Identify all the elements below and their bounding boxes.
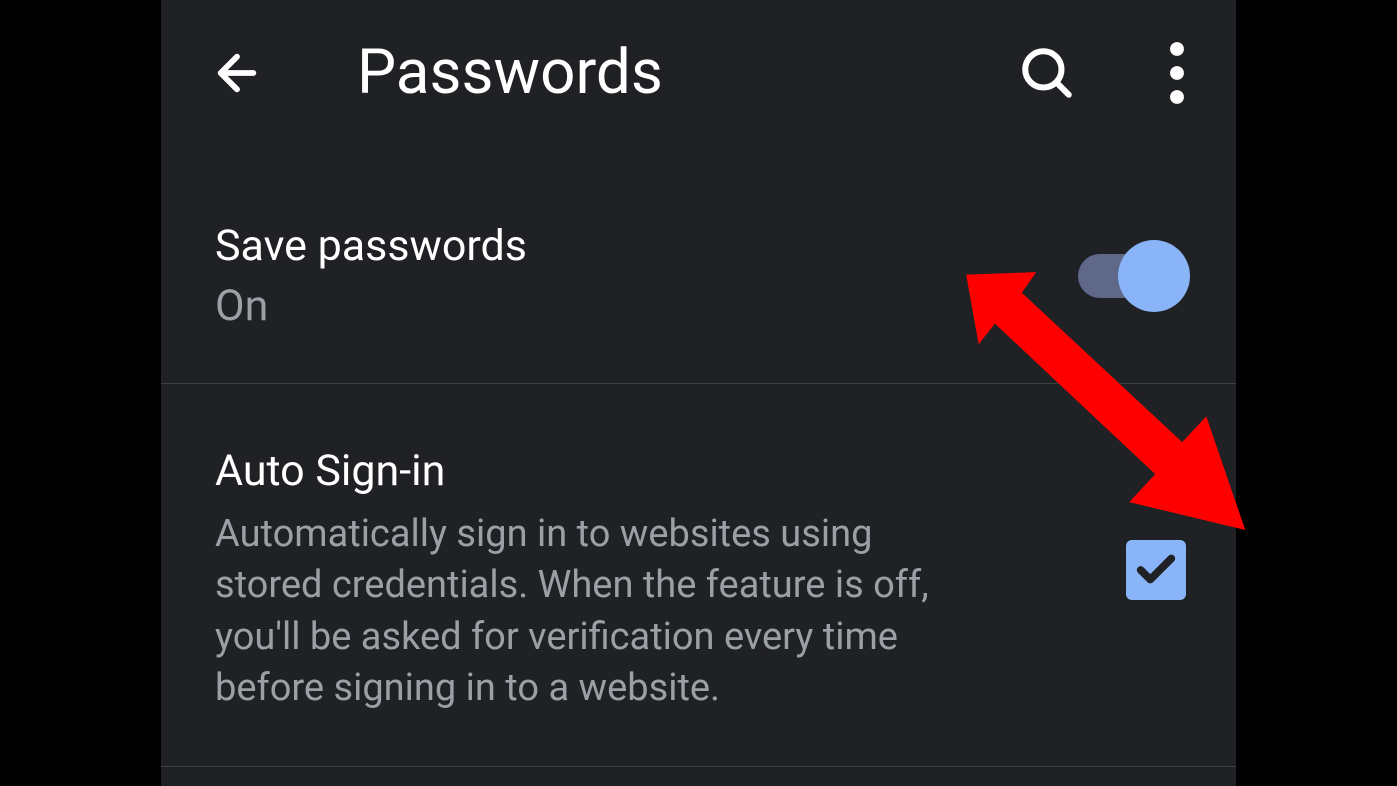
auto-signin-label: Auto Sign-in: [215, 446, 1098, 498]
header-actions: [1018, 41, 1186, 105]
page-title: Passwords: [357, 36, 1018, 109]
search-icon: [1018, 44, 1076, 102]
more-vertical-icon: [1168, 41, 1186, 105]
auto-signin-row[interactable]: Auto Sign-in Automatically sign in to we…: [161, 384, 1236, 768]
save-passwords-toggle[interactable]: [1078, 254, 1186, 298]
arrow-left-icon: [209, 45, 265, 101]
auto-signin-description: Automatically sign in to websites using …: [215, 509, 975, 714]
toggle-thumb: [1118, 240, 1190, 312]
checkmark-icon: [1133, 547, 1179, 593]
auto-signin-checkbox[interactable]: [1126, 540, 1186, 600]
save-passwords-status: On: [215, 281, 1078, 331]
save-passwords-row[interactable]: Save passwords On: [161, 145, 1236, 384]
passwords-settings-screen: Passwords Save passwords On: [161, 0, 1236, 786]
auto-signin-text: Auto Sign-in Automatically sign in to we…: [215, 446, 1098, 715]
save-passwords-text: Save passwords On: [215, 221, 1078, 331]
header: Passwords: [161, 0, 1236, 145]
search-button[interactable]: [1018, 44, 1076, 102]
save-passwords-label: Save passwords: [215, 221, 1078, 273]
more-menu-button[interactable]: [1168, 41, 1186, 105]
back-button[interactable]: [209, 45, 265, 101]
